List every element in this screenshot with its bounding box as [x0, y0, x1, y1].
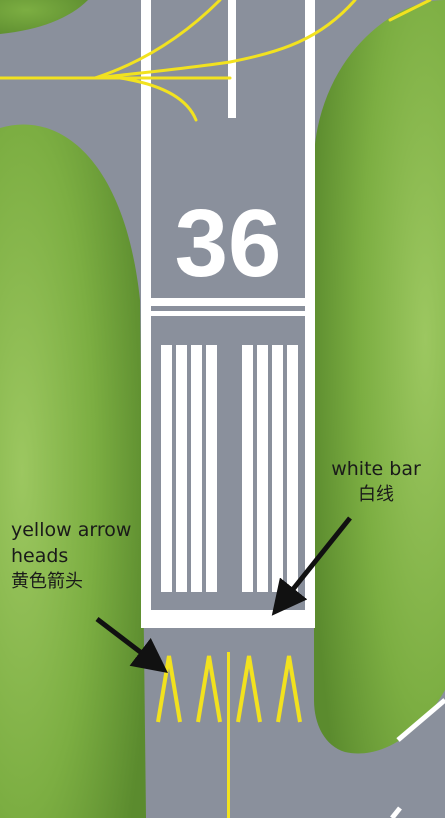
threshold-box-top-line	[141, 311, 315, 316]
grass-area-left	[0, 124, 146, 818]
threshold-stripe	[176, 345, 187, 592]
designator-box-bottom-line	[141, 298, 315, 306]
yellow-arrow-heads-label-en-2: heads	[11, 545, 69, 567]
runway-threshold-diagram: 36	[0, 0, 445, 818]
runway-designator: 36	[175, 190, 282, 297]
threshold-stripe	[191, 345, 202, 592]
grass-area-right	[314, 0, 445, 754]
white-bar-label-en: white bar	[331, 458, 421, 480]
threshold-stripe	[242, 345, 253, 592]
threshold-stripe	[206, 345, 217, 592]
yellow-arrow-heads-label: yellow arrow heads 黄色箭头	[11, 517, 131, 595]
yellow-arrow-heads-label-cn: 黄色箭头	[11, 571, 83, 592]
runway-centerline-segment	[228, 0, 236, 118]
threshold-stripe	[272, 345, 283, 592]
threshold-bar	[141, 610, 315, 628]
threshold-stripe	[257, 345, 268, 592]
threshold-stripe	[161, 345, 172, 592]
yellow-arrow-heads-label-en-1: yellow arrow	[11, 519, 132, 541]
white-bar-label-cn: 白线	[358, 484, 394, 505]
yellow-centerline	[227, 652, 230, 818]
white-bar-label: white bar 白线	[326, 456, 426, 508]
threshold-stripe	[287, 345, 298, 592]
